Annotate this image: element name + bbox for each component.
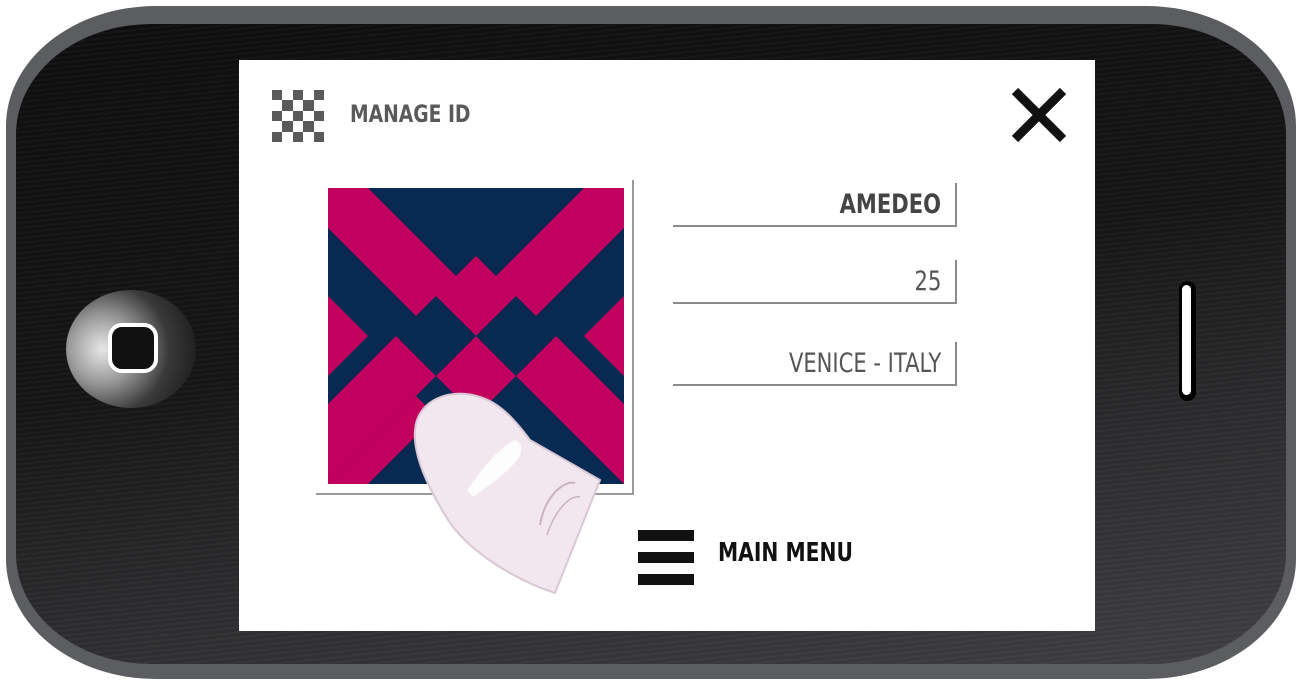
page-title: MANAGE ID <box>350 100 471 128</box>
checkerboard-icon <box>272 90 324 142</box>
location-field[interactable]: VENICE - ITALY <box>673 342 957 386</box>
main-menu-label[interactable]: MAIN MENU <box>718 538 853 568</box>
finger-icon <box>413 392 602 595</box>
name-field[interactable]: AMEDEO <box>673 183 957 227</box>
name-value: AMEDEO <box>839 189 941 220</box>
hamburger-icon[interactable] <box>638 530 694 585</box>
home-button[interactable] <box>108 323 158 373</box>
close-icon[interactable] <box>1010 87 1068 143</box>
age-value: 25 <box>914 266 941 297</box>
age-field[interactable]: 25 <box>673 260 957 304</box>
location-value: VENICE - ITALY <box>788 348 941 379</box>
speaker-slot <box>1179 281 1196 401</box>
